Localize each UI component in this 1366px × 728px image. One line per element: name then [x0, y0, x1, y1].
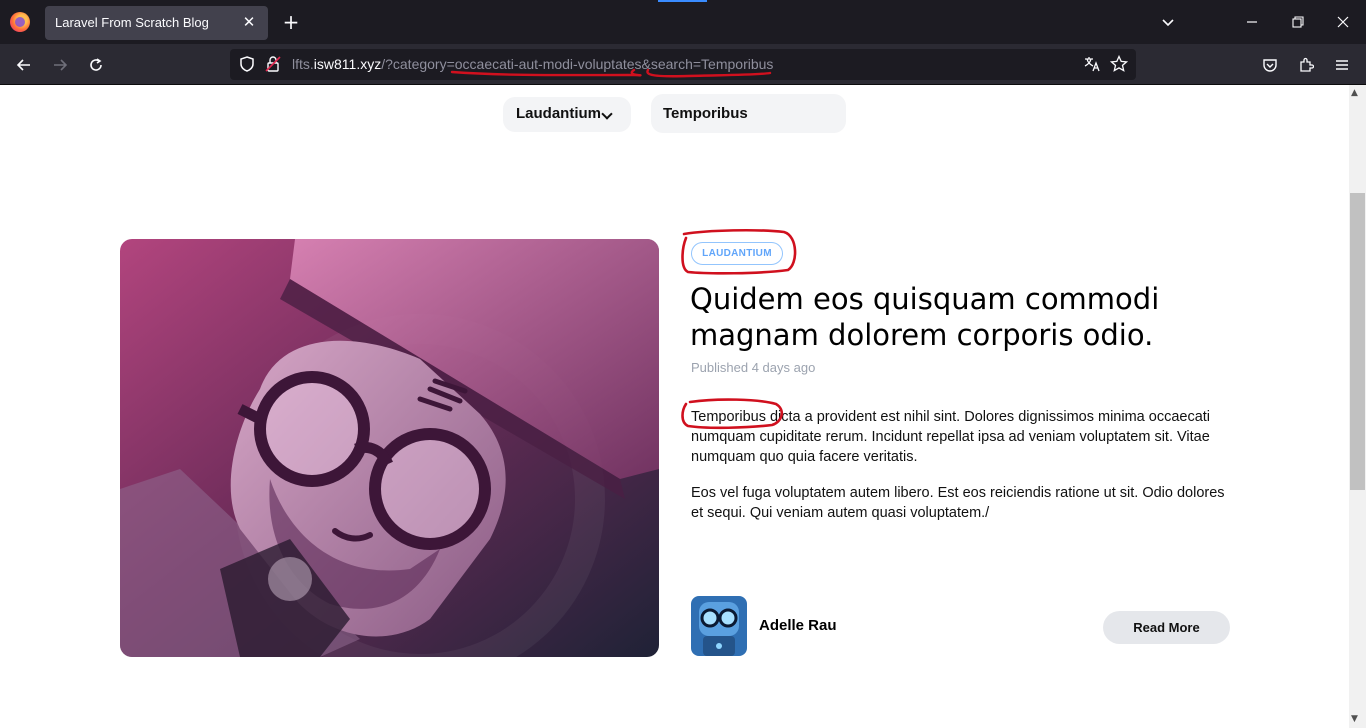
- firefox-logo-icon: [10, 12, 30, 32]
- navigation-toolbar: lfts.isw811.xyz/?category=occaecati-aut-…: [0, 44, 1366, 85]
- forward-button[interactable]: [46, 51, 74, 79]
- tab-accent-line: [658, 0, 707, 2]
- scroll-down-arrow-icon[interactable]: ▼: [1351, 714, 1358, 724]
- scroll-up-arrow-icon[interactable]: ▲: [1351, 88, 1358, 98]
- post-excerpt-paragraph-2: Eos vel fuga voluptatem autem libero. Es…: [691, 485, 1225, 521]
- bookmark-button[interactable]: [1108, 53, 1130, 75]
- pocket-button[interactable]: [1256, 51, 1284, 79]
- scrollbar-thumb[interactable]: [1350, 193, 1365, 490]
- robot-illustration: [120, 239, 659, 657]
- category-badge[interactable]: LAUDANTIUM: [691, 242, 783, 265]
- chevron-down-icon: [1162, 19, 1174, 27]
- insecure-lock-icon[interactable]: [264, 55, 282, 73]
- author-avatar-image: [691, 596, 747, 656]
- reload-button[interactable]: [82, 51, 110, 79]
- close-tab-icon[interactable]: ✕: [238, 11, 260, 33]
- category-dropdown[interactable]: Laudantium: [503, 97, 631, 132]
- forward-arrow-icon: [54, 59, 68, 71]
- hamburger-menu-icon: [1336, 60, 1348, 70]
- author-avatar: [691, 596, 747, 656]
- minimize-button[interactable]: [1237, 8, 1267, 36]
- url-text[interactable]: lfts.isw811.xyz/?category=occaecati-aut-…: [292, 56, 773, 72]
- star-icon: [1109, 54, 1129, 72]
- search-input[interactable]: [651, 94, 846, 133]
- translate-button[interactable]: [1081, 53, 1103, 75]
- author-name[interactable]: Adelle Rau: [759, 617, 837, 634]
- back-button[interactable]: [10, 51, 38, 79]
- post-excerpt-paragraph-1: Temporibus dicta a provident est nihil s…: [691, 409, 1211, 465]
- menu-button[interactable]: [1328, 51, 1356, 79]
- back-arrow-icon: [16, 59, 30, 71]
- published-date: Published 4 days ago: [691, 360, 816, 375]
- chevron-down-icon: [601, 108, 613, 120]
- tab-title: Laravel From Scratch Blog: [55, 15, 209, 30]
- url-bar[interactable]: lfts.isw811.xyz/?category=occaecati-aut-…: [230, 49, 1136, 80]
- tracking-shield-icon[interactable]: [238, 55, 256, 73]
- close-window-button[interactable]: [1328, 8, 1358, 36]
- post-thumbnail-image: [120, 239, 659, 657]
- category-dropdown-label: Laudantium: [516, 105, 601, 122]
- read-more-button[interactable]: Read More: [1103, 611, 1230, 644]
- restore-button[interactable]: [1283, 8, 1313, 36]
- extensions-button[interactable]: [1292, 51, 1320, 79]
- tab-bar: Laravel From Scratch Blog ✕ +: [0, 0, 1366, 44]
- url-prefix: lfts.: [292, 56, 314, 72]
- list-all-tabs-button[interactable]: [1153, 8, 1183, 36]
- close-icon: [1337, 16, 1349, 28]
- post-title[interactable]: Quidem eos quisquam commodi magnam dolor…: [690, 281, 1250, 353]
- url-path: /?category=occaecati-aut-modi-voluptates…: [381, 56, 774, 72]
- url-host: isw811.xyz: [313, 56, 382, 72]
- minimize-icon: [1247, 21, 1257, 23]
- puzzle-icon: [1300, 57, 1315, 72]
- new-tab-button[interactable]: +: [279, 9, 303, 35]
- pocket-icon: [1263, 59, 1277, 72]
- restore-icon: [1292, 16, 1304, 28]
- reload-icon: [90, 58, 102, 71]
- translate-icon: [1084, 57, 1100, 72]
- browser-tab[interactable]: Laravel From Scratch Blog ✕: [45, 6, 268, 40]
